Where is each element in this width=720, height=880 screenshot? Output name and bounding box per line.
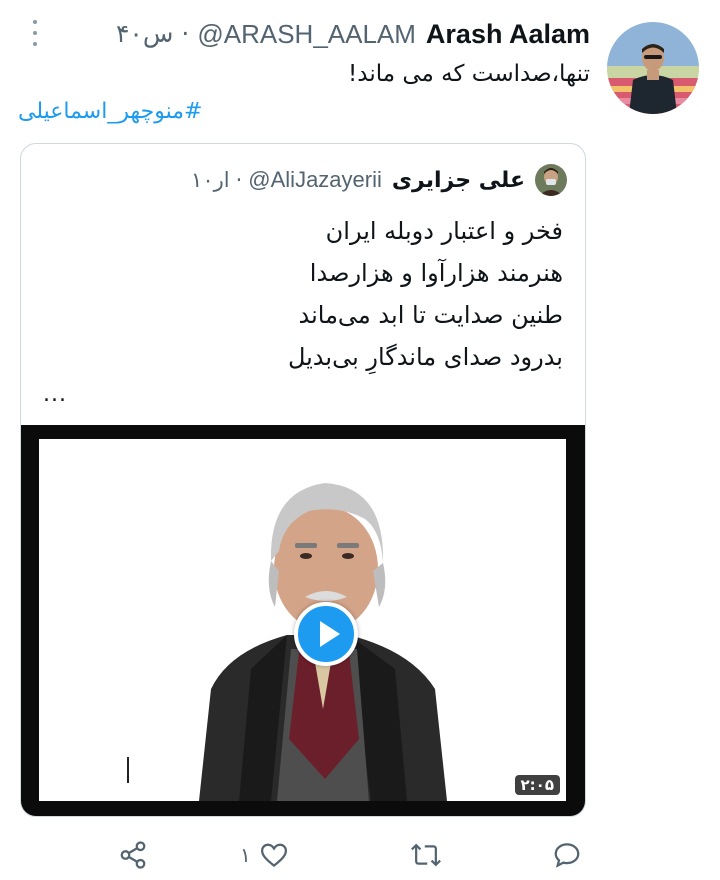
header-separator: · xyxy=(181,19,190,48)
tweet-header: ۴۰س · @ARASH_AALAM Arash Aalam xyxy=(88,15,590,53)
share-button[interactable] xyxy=(118,838,148,872)
quoted-avatar-image xyxy=(535,164,567,196)
video-thumbnail: ۲:۰۵ xyxy=(39,439,566,801)
avatar-image xyxy=(607,22,699,114)
quoted-tweet-time[interactable]: ۱۰ار xyxy=(191,168,230,192)
tweet-time[interactable]: ۴۰س xyxy=(116,15,173,53)
quoted-line-2: هنرمند هزارآوا و هزارصدا xyxy=(309,259,563,287)
tweet-action-bar: ۱ xyxy=(0,832,720,876)
quoted-author-name[interactable]: علی جزایری xyxy=(392,168,525,193)
video-duration: ۲:۰۵ xyxy=(514,775,560,795)
quoted-tweet-card[interactable]: ۱۰ار · @AliJazayerii علی جزایری فخر و اع… xyxy=(20,143,586,817)
quoted-tweet-header: ۱۰ار · @AliJazayerii علی جزایری xyxy=(21,162,567,198)
quoted-author-avatar[interactable] xyxy=(535,164,567,196)
quoted-line-3: طنین صدایت تا ابد می‌ماند xyxy=(298,301,563,329)
reply-icon xyxy=(554,843,580,868)
like-button[interactable]: ۱ xyxy=(240,838,289,872)
quoted-line-4: بدرود صدای ماندگارِ بی‌بدیل xyxy=(287,343,563,371)
author-name[interactable]: Arash Aalam xyxy=(426,15,590,53)
more-vertical-icon[interactable] xyxy=(28,20,42,46)
play-icon[interactable] xyxy=(294,602,358,666)
hashtag-link[interactable]: #منوچهر_اسماعیلی xyxy=(18,94,258,130)
quoted-author-handle[interactable]: @AliJazayerii xyxy=(248,167,382,193)
retweet-icon xyxy=(411,843,441,867)
tweet-text: تنها،صداست که می ماند! xyxy=(348,61,590,87)
author-handle[interactable]: @ARASH_AALAM xyxy=(197,15,416,53)
video-player[interactable]: ۲:۰۵ xyxy=(21,425,585,816)
heart-icon xyxy=(260,843,287,868)
quoted-line-1: فخر و اعتبار دوبله ایران xyxy=(325,217,563,245)
like-count: ۱ xyxy=(240,843,251,867)
reply-button[interactable] xyxy=(552,838,582,872)
quoted-tweet-text: فخر و اعتبار دوبله ایران هنرمند هزارآوا … xyxy=(63,210,563,378)
quoted-ellipsis: ... xyxy=(43,382,67,407)
quoted-header-separator: · xyxy=(235,168,243,192)
retweet-button[interactable] xyxy=(410,838,442,872)
share-icon xyxy=(120,841,146,869)
author-avatar[interactable] xyxy=(607,22,699,114)
